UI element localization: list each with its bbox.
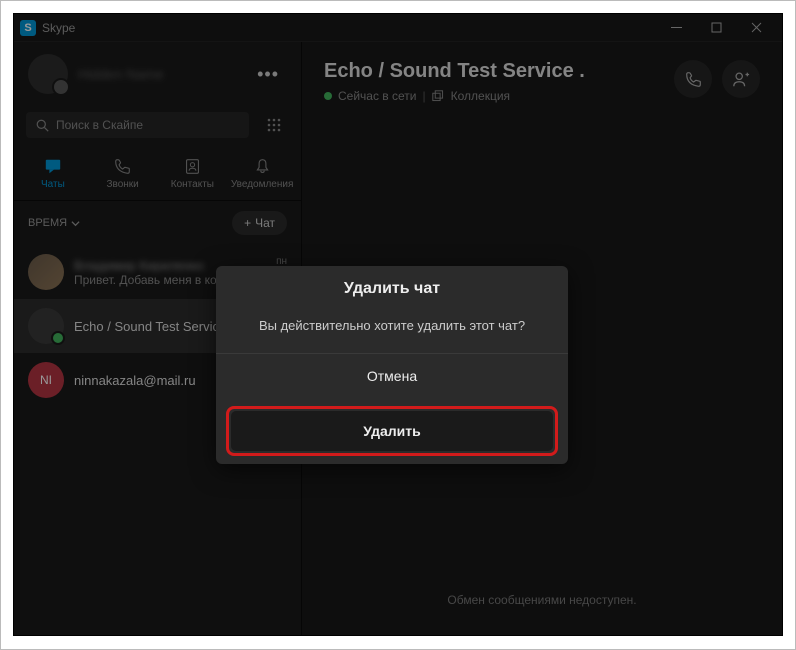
dialog-message: Вы действительно хотите удалить этот чат… <box>216 308 568 353</box>
delete-chat-dialog: Удалить чат Вы действительно хотите удал… <box>216 266 568 464</box>
app-window: S Skype Hidden Name ••• <box>13 13 783 636</box>
delete-button[interactable]: Удалить <box>231 411 553 451</box>
cancel-button[interactable]: Отмена <box>216 353 568 398</box>
delete-button-highlight: Удалить <box>226 406 558 456</box>
dialog-title: Удалить чат <box>216 266 568 308</box>
modal-overlay[interactable]: Удалить чат Вы действительно хотите удал… <box>14 14 782 635</box>
